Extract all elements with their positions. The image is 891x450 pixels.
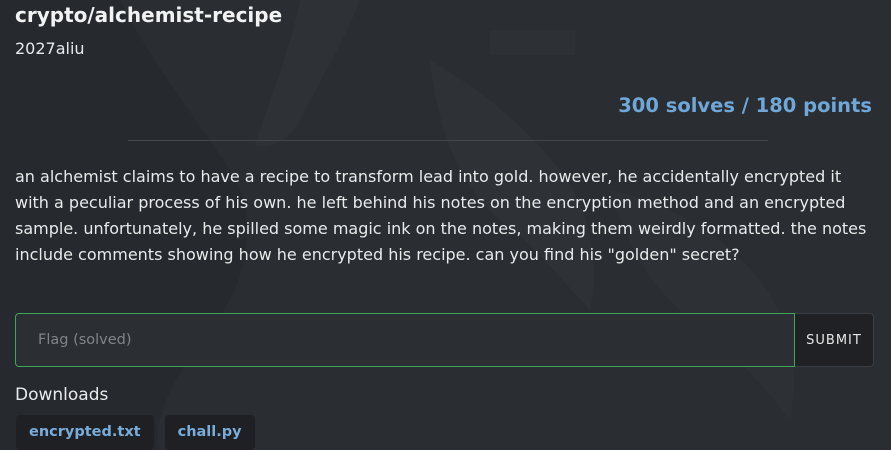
solves-points-stats: 300 solves / 180 points: [618, 94, 872, 117]
downloads-heading: Downloads: [15, 385, 109, 405]
challenge-description: an alchemist claims to have a recipe to …: [15, 167, 867, 264]
downloads-list: encrypted.txt chall.py: [16, 415, 255, 450]
divider: [128, 140, 768, 141]
challenge-card: crypto/alchemist-recipe 2027aliu 300 sol…: [0, 0, 891, 450]
flag-input[interactable]: [15, 313, 795, 367]
submit-button[interactable]: SUBMIT: [795, 313, 874, 367]
challenge-author: 2027aliu: [15, 39, 85, 58]
download-encrypted-txt[interactable]: encrypted.txt: [16, 415, 154, 450]
challenge-title: crypto/alchemist-recipe: [15, 3, 283, 27]
download-chall-py[interactable]: chall.py: [164, 415, 255, 450]
flag-submit-form: SUBMIT: [15, 313, 874, 367]
